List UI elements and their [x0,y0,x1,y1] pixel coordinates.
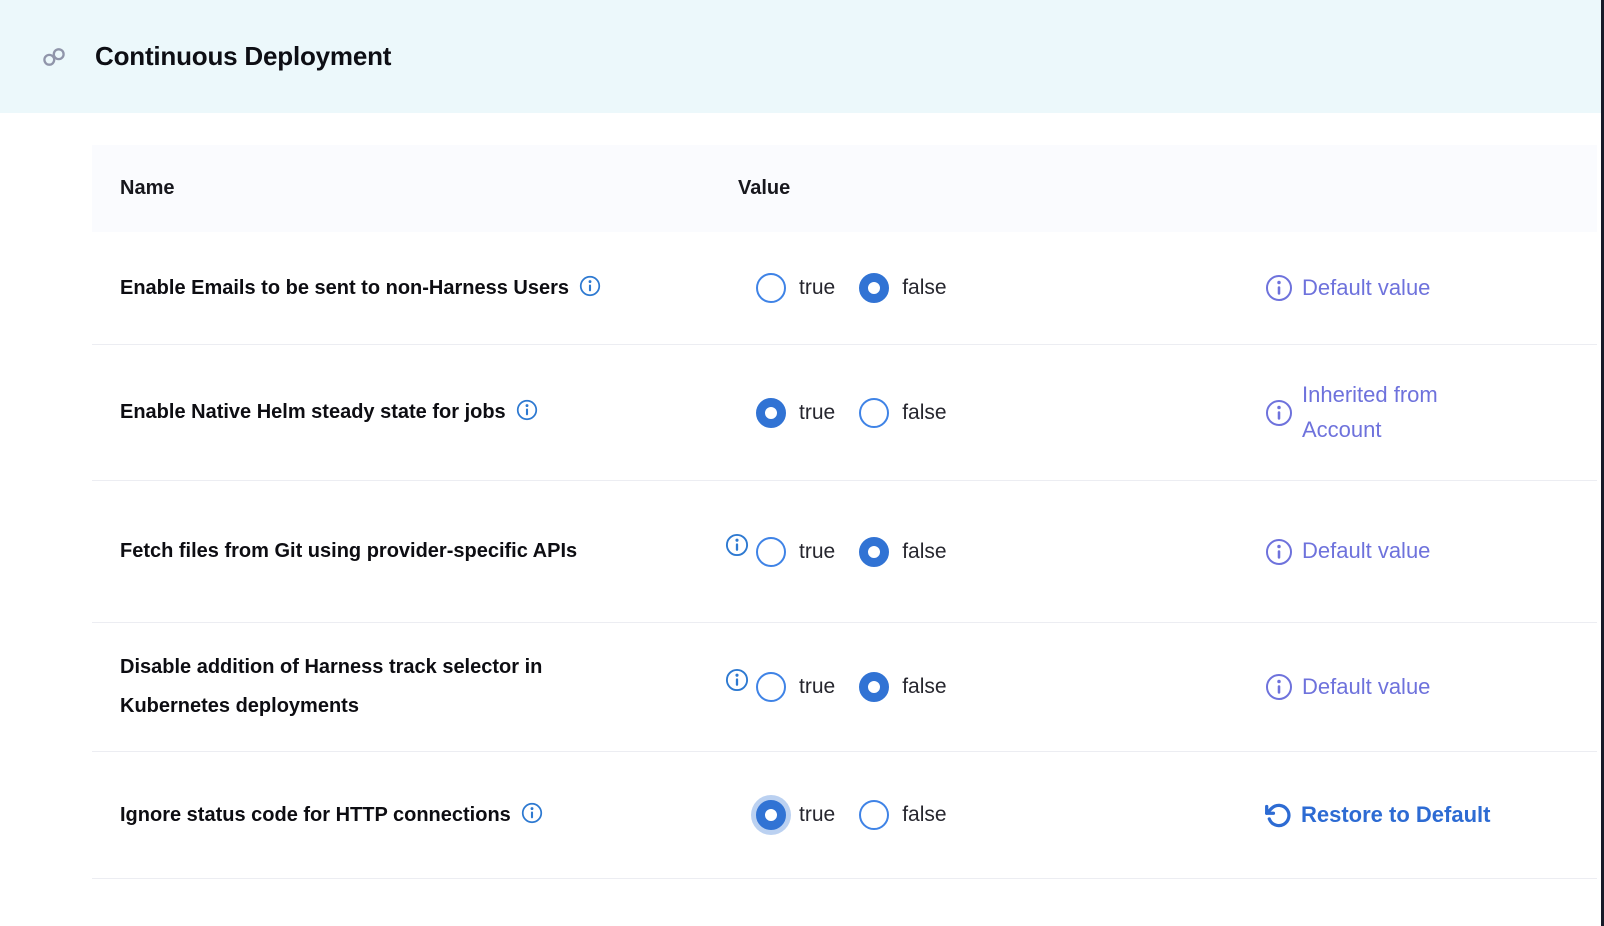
table-row: Fetch files from Git using provider-spec… [92,481,1597,623]
value-info-icon[interactable] [725,533,749,557]
status-label[interactable]: Default value [1302,271,1430,305]
status-info-icon[interactable] [1265,399,1293,427]
radio-false-label[interactable]: false [902,675,946,699]
radio-false-label[interactable]: false [902,276,946,300]
status-label[interactable]: Inherited from Account [1302,378,1517,446]
radio-true-label[interactable]: true [799,803,835,827]
setting-name-cell: Ignore status code for HTTP connections [92,796,710,835]
settings-table-container: Name Value Enable Emails to be sent to n… [92,145,1597,879]
column-header-value: Value [710,177,1255,200]
table-body: Enable Emails to be sent to non-Harness … [92,232,1597,879]
setting-value-cell: true false [710,537,1255,567]
status-info-icon[interactable] [1265,673,1293,701]
radio-false[interactable] [859,672,889,702]
status-info-icon[interactable] [1265,538,1293,566]
radio-true-label[interactable]: true [799,276,835,300]
setting-name: Ignore status code for HTTP connections [120,804,511,826]
table-header-row: Name Value [92,145,1597,232]
status-label[interactable]: Default value [1302,670,1430,704]
setting-value-cell: true false [710,273,1255,303]
table-row: Ignore status code for HTTP connections … [92,752,1597,879]
radio-true[interactable] [756,672,786,702]
radio-false[interactable] [859,273,889,303]
table-row: Enable Native Helm steady state for jobs… [92,345,1597,481]
setting-value-cell: true false [710,672,1255,702]
radio-false[interactable] [859,537,889,567]
column-header-name: Name [92,177,710,200]
table-row: Enable Emails to be sent to non-Harness … [92,232,1597,345]
radio-true[interactable] [756,273,786,303]
section-header: Continuous Deployment [0,0,1604,113]
setting-value-cell: true false [710,398,1255,428]
status-info-icon[interactable] [1265,274,1293,302]
radio-false-label[interactable]: false [902,401,946,425]
label-info-icon[interactable] [579,275,601,297]
link-icon[interactable] [42,45,66,69]
radio-true-label[interactable]: true [799,675,835,699]
radio-false[interactable] [859,398,889,428]
page-title: Continuous Deployment [95,41,391,72]
label-info-icon[interactable] [516,399,538,421]
settings-table: Name Value Enable Emails to be sent to n… [92,145,1597,879]
setting-name-cell: Disable addition of Harness track select… [92,648,710,726]
setting-status-cell: Default value [1255,534,1597,568]
settings-screen: Continuous Deployment Name Value Enable … [0,0,1604,926]
restore-icon[interactable] [1265,802,1292,829]
radio-false-label[interactable]: false [902,540,946,564]
radio-true-label[interactable]: true [799,401,835,425]
radio-true[interactable] [756,800,786,830]
setting-name-cell: Enable Native Helm steady state for jobs [92,393,710,432]
setting-status-cell: Default value [1255,271,1597,305]
setting-value-cell: true false [710,800,1255,830]
radio-true[interactable] [756,398,786,428]
setting-name: Enable Emails to be sent to non-Harness … [120,277,569,299]
setting-status-cell: Default value [1255,670,1597,704]
setting-name-cell: Enable Emails to be sent to non-Harness … [92,269,710,308]
value-info-icon[interactable] [725,668,749,692]
setting-name: Fetch files from Git using provider-spec… [120,532,577,571]
radio-false[interactable] [859,800,889,830]
setting-name: Enable Native Helm steady state for jobs [120,401,506,423]
label-info-icon[interactable] [521,802,543,824]
status-label[interactable]: Restore to Default [1301,798,1490,832]
radio-true[interactable] [756,537,786,567]
radio-false-label[interactable]: false [902,803,946,827]
table-row: Disable addition of Harness track select… [92,623,1597,752]
setting-status-cell: Restore to Default [1255,798,1597,832]
setting-name: Disable addition of Harness track select… [120,648,648,726]
status-label[interactable]: Default value [1302,534,1430,568]
setting-name-cell: Fetch files from Git using provider-spec… [92,532,710,571]
setting-status-cell: Inherited from Account [1255,378,1597,446]
radio-true-label[interactable]: true [799,540,835,564]
